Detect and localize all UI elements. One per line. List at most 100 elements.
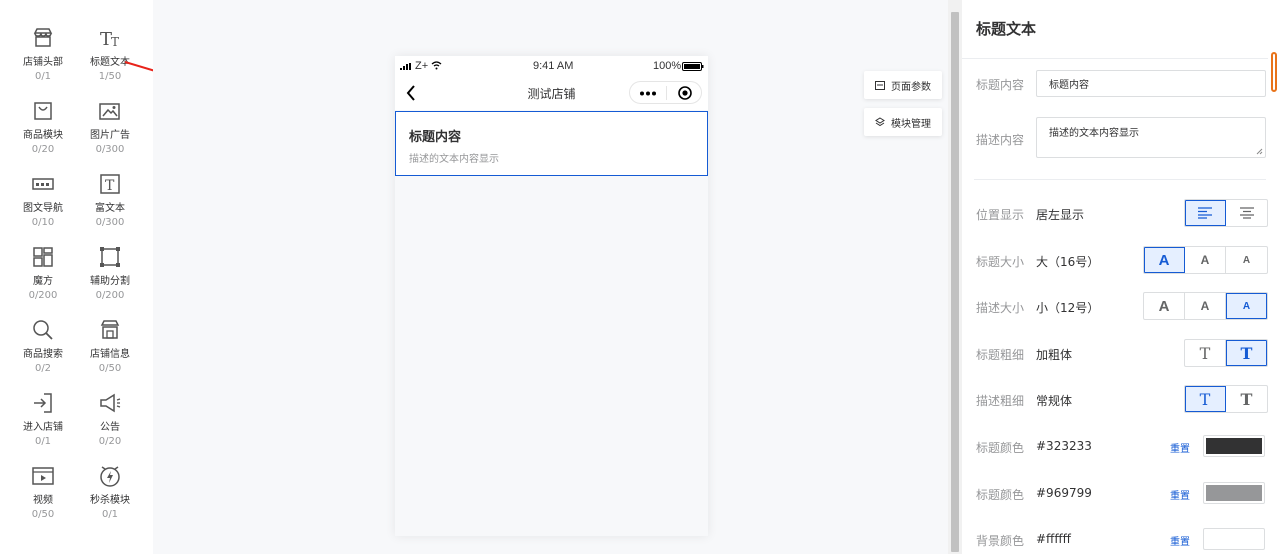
palette-item[interactable]: 商品模块 0/20 bbox=[13, 98, 73, 168]
position-toggle bbox=[1184, 199, 1268, 227]
divider bbox=[974, 179, 1266, 180]
wifi-icon bbox=[431, 61, 442, 70]
align-center-icon bbox=[1239, 207, 1254, 219]
palette-item[interactable]: 公告 0/20 bbox=[80, 390, 140, 460]
desc-color-label: 标题颜色 bbox=[976, 488, 1025, 502]
megaphone-icon bbox=[100, 393, 121, 413]
desc-weight-label: 描述粗细 bbox=[976, 394, 1025, 408]
title-content-label: 标题内容 bbox=[976, 78, 1025, 92]
desc-size-value: 小（12号） bbox=[1036, 301, 1100, 315]
desc-content-textarea[interactable]: 描述的文本内容显示 bbox=[1036, 117, 1266, 158]
bg-color-swatch[interactable] bbox=[1203, 528, 1265, 550]
component-palette: 店铺头部 0/1 T T 标题文本 1/50 商品模块 0/20 图片广告 0/300 图文导航 0/… bbox=[0, 0, 153, 554]
bg-color-reset[interactable]: 重置 bbox=[1170, 533, 1190, 548]
palette-item[interactable]: 店铺头部 0/1 bbox=[13, 25, 73, 95]
palette-item-name: 富文本 bbox=[95, 203, 125, 214]
size-small-option[interactable]: A bbox=[1226, 247, 1267, 273]
search-icon bbox=[33, 320, 53, 340]
palette-item[interactable]: 图文导航 0/10 bbox=[13, 171, 73, 241]
image-ad-icon bbox=[99, 103, 120, 120]
panel-title: 标题文本 bbox=[976, 20, 1037, 38]
palette-item[interactable]: 辅助分割 0/200 bbox=[80, 244, 140, 314]
desc-content-value: 描述的文本内容显示 bbox=[1049, 128, 1139, 139]
module-manage-label: 模块管理 bbox=[891, 118, 931, 130]
panel-scrollbar[interactable] bbox=[1268, 50, 1280, 554]
align-left-option[interactable] bbox=[1185, 200, 1226, 226]
weight-regular-option[interactable]: T bbox=[1185, 340, 1226, 366]
svg-text:T: T bbox=[111, 35, 119, 49]
title-size-label: 标题大小 bbox=[976, 255, 1025, 269]
page-params-button[interactable]: 页面参数 bbox=[864, 71, 942, 99]
desc-size-small-option[interactable]: A bbox=[1226, 293, 1267, 319]
palette-item[interactable]: 店铺信息 0/50 bbox=[80, 317, 140, 387]
close-target-icon[interactable] bbox=[678, 86, 692, 100]
flash-sale-icon bbox=[100, 466, 120, 487]
palette-item[interactable]: 秒杀模块 0/1 bbox=[80, 463, 140, 533]
battery-percent: 100% bbox=[653, 60, 682, 72]
divider-icon bbox=[100, 247, 120, 267]
document-icon bbox=[875, 80, 885, 90]
block-title: 标题内容 bbox=[409, 130, 462, 145]
palette-item-count: 0/50 bbox=[31, 509, 55, 520]
palette-item-name: 店铺信息 bbox=[90, 349, 130, 360]
palette-item[interactable]: 魔方 0/200 bbox=[13, 244, 73, 314]
desc-color-swatch[interactable] bbox=[1203, 482, 1265, 504]
align-center-option[interactable] bbox=[1226, 200, 1267, 226]
carrier-label: Z+ bbox=[415, 60, 429, 72]
palette-item-name: 辅助分割 bbox=[90, 276, 130, 287]
desc-color-value: #969799 bbox=[1036, 486, 1092, 500]
nav-bar: 测试店铺 bbox=[395, 76, 708, 110]
signal-icon bbox=[400, 63, 411, 70]
desc-weight-regular-option[interactable]: T bbox=[1185, 386, 1226, 412]
page-params-label: 页面参数 bbox=[891, 81, 931, 93]
canvas-scrollbar[interactable] bbox=[948, 0, 962, 554]
video-icon bbox=[32, 467, 54, 485]
palette-item-count: 0/200 bbox=[28, 290, 58, 301]
palette-item[interactable]: T T 标题文本 1/50 bbox=[80, 25, 140, 95]
svg-text:T: T bbox=[105, 178, 115, 194]
palette-item-name: 图文导航 bbox=[23, 203, 63, 214]
desc-weight-toggle: T T bbox=[1184, 385, 1268, 413]
shopping-bag-icon bbox=[34, 102, 52, 120]
rich-text-icon: T bbox=[100, 174, 120, 194]
store-info-icon bbox=[100, 320, 120, 339]
title-content-input[interactable]: 标题内容 bbox=[1036, 70, 1266, 97]
title-color-reset[interactable]: 重置 bbox=[1170, 440, 1190, 455]
title-color-label: 标题颜色 bbox=[976, 441, 1025, 455]
title-color-swatch[interactable] bbox=[1203, 435, 1265, 457]
palette-item[interactable]: T 富文本 0/300 bbox=[80, 171, 140, 241]
bg-color-value: #ffffff bbox=[1036, 532, 1071, 546]
palette-item[interactable]: 进入店铺 0/1 bbox=[13, 390, 73, 460]
module-manage-button[interactable]: 模块管理 bbox=[864, 108, 942, 136]
image-nav-icon bbox=[32, 178, 54, 190]
desc-color-reset[interactable]: 重置 bbox=[1170, 487, 1190, 502]
align-left-icon bbox=[1198, 207, 1212, 219]
palette-item-name: 视频 bbox=[33, 495, 53, 506]
position-label: 位置显示 bbox=[976, 208, 1025, 222]
title-text-icon: TT bbox=[100, 29, 119, 50]
block-description: 描述的文本内容显示 bbox=[409, 154, 499, 165]
weight-bold-option[interactable]: T bbox=[1226, 340, 1267, 366]
settings-panel: 标题文本 标题内容 标题内容 描述内容 描述的文本内容显示 位置显示 居左显示 … bbox=[962, 0, 1280, 554]
desc-content-label: 描述内容 bbox=[976, 133, 1025, 147]
desc-size-medium-option[interactable]: A bbox=[1185, 293, 1226, 319]
battery-icon bbox=[682, 62, 704, 71]
palette-item[interactable]: 商品搜索 0/2 bbox=[13, 317, 73, 387]
more-icon[interactable] bbox=[639, 91, 657, 96]
title-text-block[interactable]: 标题内容 描述的文本内容显示 bbox=[395, 111, 708, 176]
palette-item-name: 标题文本 bbox=[90, 57, 130, 68]
size-medium-option[interactable]: A bbox=[1185, 247, 1226, 273]
phone-preview: Z+ 9:41 AM 100% 测试店铺 标题内容 描述的文本内容显示 bbox=[395, 56, 708, 536]
cube-grid-icon bbox=[33, 247, 53, 267]
palette-item[interactable]: 视频 0/50 bbox=[13, 463, 73, 533]
title-size-toggle: A A A bbox=[1143, 246, 1268, 274]
desc-size-large-option[interactable]: A bbox=[1144, 293, 1185, 319]
palette-item-count: 0/10 bbox=[31, 217, 55, 228]
desc-weight-bold-option[interactable]: T bbox=[1226, 386, 1267, 412]
desc-size-label: 描述大小 bbox=[976, 301, 1025, 315]
palette-item-count: 0/20 bbox=[31, 144, 55, 155]
resize-handle-icon[interactable] bbox=[1256, 148, 1263, 155]
size-large-option[interactable]: A bbox=[1144, 247, 1185, 273]
palette-item[interactable]: 图片广告 0/300 bbox=[80, 98, 140, 168]
palette-item-count: 0/300 bbox=[95, 144, 125, 155]
